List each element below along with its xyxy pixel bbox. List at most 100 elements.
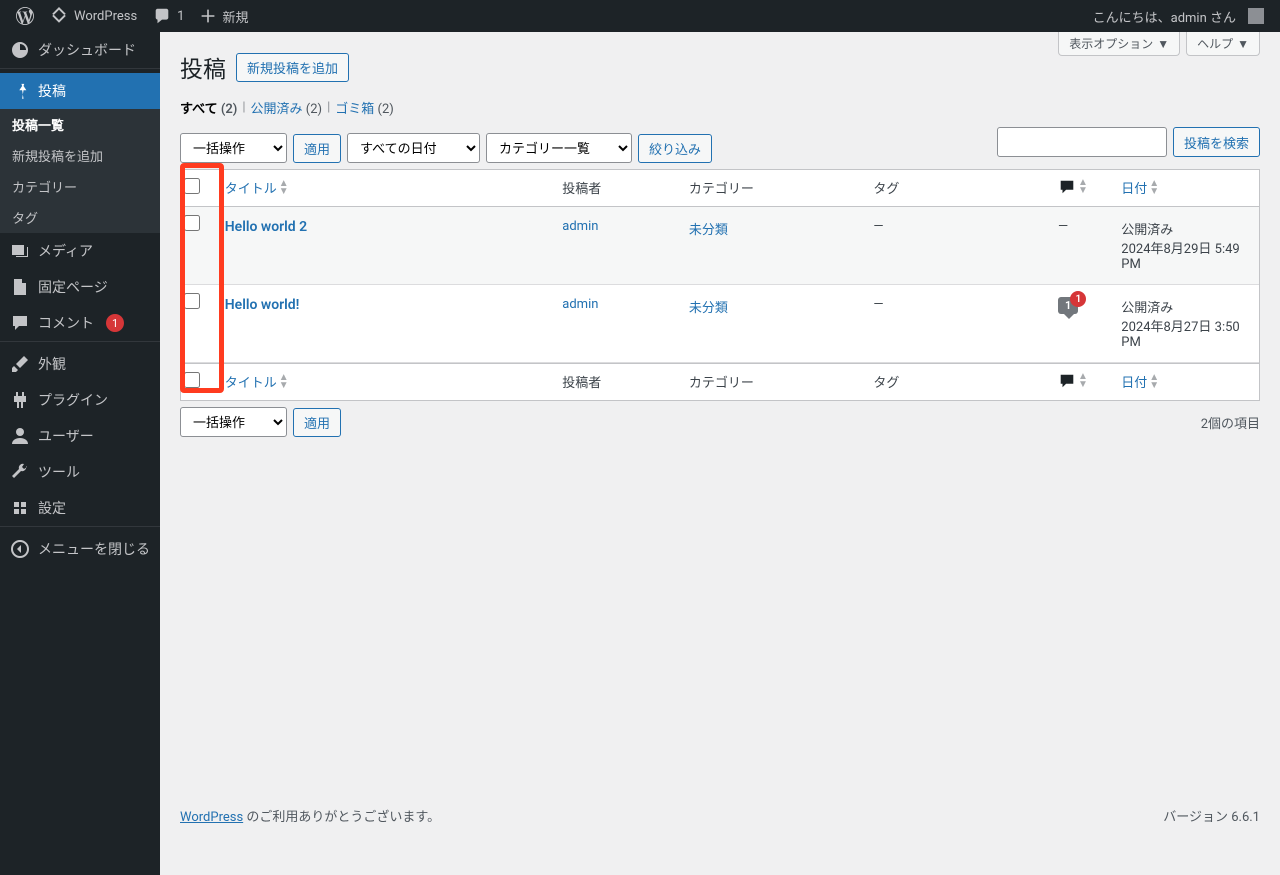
sidebar-label: メニューを閉じる bbox=[38, 539, 150, 559]
table-row: Hello world! admin 未分類 — 1 1 公開済み2024年8月… bbox=[181, 285, 1259, 363]
sidebar-pages[interactable]: 固定ページ bbox=[0, 269, 160, 305]
row-checkbox[interactable] bbox=[184, 215, 200, 231]
col-tags: タグ bbox=[863, 363, 1048, 400]
new-label: 新規 bbox=[222, 7, 248, 26]
main-content: 表示オプション ▼ ヘルプ ▼ 投稿 新規投稿を追加 すべて (2) | 公開済… bbox=[160, 32, 1280, 875]
sidebar-tools[interactable]: ツール bbox=[0, 454, 160, 490]
version-text: バージョン 6.6.1 bbox=[1163, 806, 1260, 825]
settings-icon bbox=[10, 498, 30, 518]
pin-icon bbox=[10, 81, 30, 101]
comment-icon bbox=[10, 313, 30, 333]
dashboard-icon bbox=[10, 40, 30, 60]
apply-button-bottom[interactable]: 適用 bbox=[293, 408, 341, 437]
comments-cell: 1 1 bbox=[1048, 285, 1111, 363]
col-comments[interactable]: ▲▼ bbox=[1058, 372, 1101, 390]
filter-all[interactable]: すべて (2) bbox=[180, 98, 237, 117]
pending-badge: 1 bbox=[1070, 291, 1086, 307]
sort-icon: ▲▼ bbox=[1149, 374, 1159, 390]
submenu-posts-list[interactable]: 投稿一覧 bbox=[0, 109, 160, 140]
status-filter: すべて (2) | 公開済み (2) | ゴミ箱 (2) bbox=[180, 98, 1260, 117]
search-input[interactable] bbox=[997, 127, 1167, 157]
col-date[interactable]: 日付▲▼ bbox=[1121, 372, 1249, 391]
sidebar-label: ツール bbox=[38, 462, 80, 482]
user-greeting[interactable]: こんにちは、admin さん bbox=[1085, 0, 1272, 32]
chevron-down-icon: ▼ bbox=[1237, 37, 1249, 51]
sort-icon: ▲▼ bbox=[279, 180, 289, 196]
add-new-button[interactable]: 新規投稿を追加 bbox=[236, 53, 349, 82]
item-count-bottom: 2個の項目 bbox=[1201, 413, 1260, 432]
screen-options-button[interactable]: 表示オプション ▼ bbox=[1058, 32, 1180, 56]
date-cell: 公開済み2024年8月29日 5:49 PM bbox=[1111, 207, 1259, 285]
comment-bubble[interactable]: 1 1 bbox=[1058, 297, 1078, 314]
sidebar-media[interactable]: メディア bbox=[0, 233, 160, 269]
author-link[interactable]: admin bbox=[562, 219, 598, 234]
comment-icon bbox=[1058, 178, 1076, 196]
table-row: Hello world 2 admin 未分類 — — 公開済み2024年8月2… bbox=[181, 207, 1259, 285]
sidebar-dashboard[interactable]: ダッシュボード bbox=[0, 32, 160, 68]
sidebar-label: 外観 bbox=[38, 354, 66, 374]
select-all-bottom[interactable] bbox=[184, 372, 200, 388]
col-title[interactable]: タイトル▲▼ bbox=[225, 178, 543, 197]
post-title-link[interactable]: Hello world! bbox=[225, 297, 300, 313]
author-link[interactable]: admin bbox=[562, 297, 598, 312]
comment-icon bbox=[1058, 372, 1076, 390]
submenu-posts-add[interactable]: 新規投稿を追加 bbox=[0, 140, 160, 171]
category-link[interactable]: 未分類 bbox=[689, 223, 728, 238]
sort-icon: ▲▼ bbox=[1149, 180, 1159, 196]
sidebar-comments[interactable]: コメント 1 bbox=[0, 305, 160, 341]
collapse-icon bbox=[10, 539, 30, 559]
bulk-action-select-top[interactable]: 一括操作 bbox=[180, 133, 287, 163]
help-label: ヘルプ bbox=[1197, 35, 1233, 52]
greeting-text: こんにちは、admin さん bbox=[1093, 7, 1236, 26]
col-date[interactable]: 日付▲▼ bbox=[1121, 178, 1249, 197]
sidebar-plugins[interactable]: プラグイン bbox=[0, 382, 160, 418]
apply-button-top[interactable]: 適用 bbox=[293, 134, 341, 163]
sidebar-label: 設定 bbox=[38, 498, 66, 518]
bulk-action-select-bottom[interactable]: 一括操作 bbox=[180, 407, 287, 437]
sort-icon: ▲▼ bbox=[1078, 179, 1088, 195]
new-content-link[interactable]: 新規 bbox=[192, 0, 256, 32]
wordpress-link[interactable]: WordPress bbox=[180, 810, 243, 825]
sidebar-users[interactable]: ユーザー bbox=[0, 418, 160, 454]
footer: WordPress のご利用ありがとうございます。 バージョン 6.6.1 bbox=[180, 786, 1260, 835]
comment-badge: 1 bbox=[106, 314, 124, 332]
col-categories: カテゴリー bbox=[679, 170, 864, 207]
select-all-top[interactable] bbox=[184, 178, 200, 194]
col-comments[interactable]: ▲▼ bbox=[1058, 178, 1101, 196]
col-title[interactable]: タイトル▲▼ bbox=[225, 372, 543, 391]
plugin-icon bbox=[10, 390, 30, 410]
submenu-posts-cat[interactable]: カテゴリー bbox=[0, 171, 160, 202]
tags-cell: — bbox=[863, 285, 1048, 363]
sidebar-posts[interactable]: 投稿 bbox=[0, 73, 160, 109]
comments-count: 1 bbox=[177, 9, 184, 24]
site-name-link[interactable]: WordPress bbox=[42, 0, 145, 32]
sidebar-settings[interactable]: 設定 bbox=[0, 490, 160, 526]
sidebar-label: 投稿 bbox=[38, 81, 66, 101]
site-name-text: WordPress bbox=[74, 9, 137, 24]
row-checkbox[interactable] bbox=[184, 293, 200, 309]
category-filter-select[interactable]: カテゴリー一覧 bbox=[486, 133, 632, 163]
admin-sidebar: ダッシュボード 投稿 投稿一覧 新規投稿を追加 カテゴリー タグ メディア 固定… bbox=[0, 32, 160, 875]
sidebar-collapse[interactable]: メニューを閉じる bbox=[0, 531, 160, 567]
page-title: 投稿 bbox=[180, 50, 226, 84]
col-tags: タグ bbox=[863, 170, 1048, 207]
search-button[interactable]: 投稿を検索 bbox=[1173, 127, 1260, 157]
filter-button[interactable]: 絞り込み bbox=[638, 134, 712, 163]
col-author: 投稿者 bbox=[552, 170, 679, 207]
filter-trash[interactable]: ゴミ箱 (2) bbox=[335, 98, 394, 117]
brush-icon bbox=[10, 354, 30, 374]
date-filter-select[interactable]: すべての日付 bbox=[347, 133, 480, 163]
sort-icon: ▲▼ bbox=[279, 374, 289, 390]
wp-logo[interactable] bbox=[8, 0, 42, 32]
date-cell: 公開済み2024年8月27日 3:50 PM bbox=[1111, 285, 1259, 363]
filter-published[interactable]: 公開済み (2) bbox=[251, 98, 323, 117]
category-link[interactable]: 未分類 bbox=[689, 301, 728, 316]
wrench-icon bbox=[10, 462, 30, 482]
help-button[interactable]: ヘルプ ▼ bbox=[1186, 32, 1260, 56]
post-title-link[interactable]: Hello world 2 bbox=[225, 219, 307, 235]
comments-link[interactable]: 1 bbox=[145, 0, 192, 32]
sidebar-label: メディア bbox=[38, 241, 93, 261]
sidebar-appearance[interactable]: 外観 bbox=[0, 346, 160, 382]
submenu-posts-tag[interactable]: タグ bbox=[0, 202, 160, 233]
col-categories: カテゴリー bbox=[679, 363, 864, 400]
